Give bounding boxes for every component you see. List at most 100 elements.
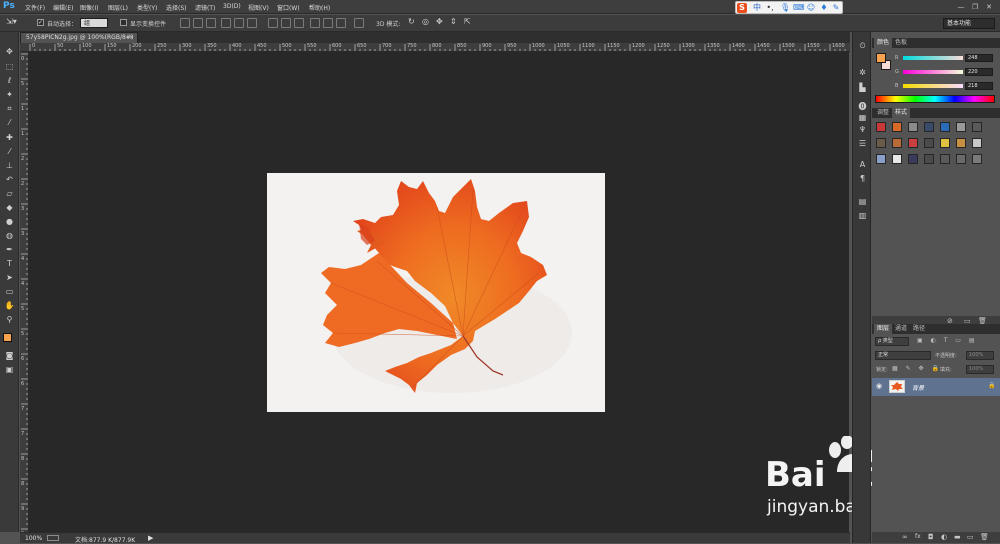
distribute-vcenter-icon[interactable] <box>281 18 291 28</box>
clone-stamp-tool-icon[interactable]: ⊥ <box>4 160 15 171</box>
show-transform-checkbox[interactable] <box>120 19 127 26</box>
align-left-icon[interactable] <box>221 18 231 28</box>
group-icon[interactable]: ▬ <box>954 533 961 541</box>
person-icon[interactable]: ☺ <box>806 3 816 13</box>
channel-r-value[interactable]: 248 <box>965 54 993 62</box>
type-tool-icon[interactable]: T <box>4 258 15 269</box>
style-swatch[interactable] <box>876 122 886 132</box>
wrench-icon[interactable]: ✎ <box>831 3 841 13</box>
menu-type[interactable]: 类型(Y) <box>137 3 157 12</box>
history-panel-icon[interactable]: ⏲ <box>857 40 868 51</box>
fx-icon[interactable]: fx <box>915 533 921 540</box>
style-swatch[interactable] <box>876 138 886 148</box>
lock-icons[interactable]: ▦ ✎ ✥ 🔒 <box>892 365 942 372</box>
menu-file[interactable]: 文件(F) <box>25 3 45 12</box>
screen-mode-icon[interactable]: ▣ <box>4 364 15 375</box>
3d-rotate-icon[interactable]: ↻ <box>408 17 415 26</box>
pen-tool-icon[interactable]: ✒ <box>4 244 15 255</box>
auto-select-target-dropdown[interactable]: 组 <box>80 18 108 28</box>
menu-edit[interactable]: 编辑(E) <box>53 3 73 12</box>
style-swatch[interactable] <box>924 138 934 148</box>
style-swatch[interactable] <box>940 122 950 132</box>
style-swatch[interactable] <box>892 138 902 148</box>
tab-styles[interactable]: 样式 <box>892 108 911 118</box>
style-swatch[interactable] <box>940 154 950 164</box>
restore-button[interactable]: ❐ <box>970 2 980 12</box>
style-swatch[interactable] <box>908 122 918 132</box>
menu-image[interactable]: 图像(I) <box>80 3 98 12</box>
menu-filter[interactable]: 滤镜(T) <box>195 3 215 12</box>
paint-bucket-tool-icon[interactable]: ◆ <box>4 202 15 213</box>
3d-scale-icon[interactable]: ⇱ <box>464 17 471 26</box>
document-image[interactable] <box>267 173 605 412</box>
opacity-field[interactable]: 100% <box>966 351 994 360</box>
status-menu-arrow[interactable]: ▶ <box>148 534 153 542</box>
menu-3d[interactable]: 3D(D) <box>223 3 241 12</box>
rectangle-tool-icon[interactable]: ▭ <box>4 286 15 297</box>
properties-icon[interactable]: ☰ <box>857 138 868 149</box>
smudge-tool-icon[interactable]: ◍ <box>4 230 15 241</box>
layer-filter-icons[interactable]: ▣ ◐ T ▭ ▤ <box>917 337 978 344</box>
brush-settings-icon[interactable]: ✲ <box>857 67 868 78</box>
distribute-top-icon[interactable] <box>268 18 278 28</box>
zoom-level[interactable]: 100% <box>25 535 42 542</box>
marquee-tool-icon[interactable]: ⬚ <box>4 61 15 72</box>
align-vcenter-icon[interactable] <box>193 18 203 28</box>
style-swatch[interactable] <box>956 122 966 132</box>
3d-pan-icon[interactable]: ✥ <box>436 17 443 26</box>
align-bottom-icon[interactable] <box>206 18 216 28</box>
swatches-dock-icon[interactable]: ▦ <box>857 112 868 123</box>
tab-adjustments[interactable]: 调整 <box>874 108 892 118</box>
brush-tool-icon[interactable]: ⁄ <box>4 146 15 157</box>
document-tab-close[interactable]: × <box>129 33 134 42</box>
status-preview-icon[interactable] <box>47 535 59 541</box>
foreground-color-swatch[interactable] <box>3 333 12 342</box>
eraser-tool-icon[interactable]: ▱ <box>4 188 15 199</box>
tab-swatches[interactable]: 色板 <box>892 38 910 48</box>
tab-layers[interactable]: 图层 <box>874 324 893 334</box>
layer-name[interactable]: 背景 <box>912 383 924 392</box>
style-swatch[interactable] <box>956 138 966 148</box>
mask-icon[interactable]: ◘ <box>928 533 934 541</box>
distribute-right-icon[interactable] <box>336 18 346 28</box>
adjustment-icon[interactable]: ◐ <box>941 533 947 541</box>
style-swatch[interactable] <box>940 138 950 148</box>
tab-paths[interactable]: 路径 <box>910 324 928 334</box>
distribute-left-icon[interactable] <box>310 18 320 28</box>
hand-tool-icon[interactable]: ✋ <box>4 300 15 311</box>
menu-select[interactable]: 选择(S) <box>166 3 187 12</box>
menu-view[interactable]: 视图(V) <box>248 3 269 12</box>
mic-icon[interactable]: 🎙 <box>780 3 790 13</box>
style-swatch[interactable] <box>908 154 918 164</box>
keyboard-icon[interactable]: ⌨ <box>793 3 805 13</box>
style-swatch[interactable] <box>972 138 982 148</box>
new-layer-icon[interactable]: ▭ <box>967 533 974 541</box>
layer-row-background[interactable]: ◉ 背景 🔒 <box>872 378 1000 396</box>
style-swatch[interactable] <box>892 154 902 164</box>
fill-field[interactable]: 100% <box>966 365 994 374</box>
sogou-logo-icon[interactable]: S <box>737 3 747 13</box>
align-hcenter-icon[interactable] <box>234 18 244 28</box>
info-panel-icon[interactable]: ⓿ <box>857 101 868 112</box>
style-swatch[interactable] <box>892 122 902 132</box>
brush-presets-icon[interactable]: ♆ <box>857 124 868 135</box>
style-swatch[interactable] <box>924 122 934 132</box>
menu-layer[interactable]: 图层(L) <box>108 3 128 12</box>
link-icon[interactable]: ∞ <box>902 533 908 541</box>
document-tab[interactable]: 57y58PICN2g.jpg @ 100%(RGB/8#) × <box>20 32 138 43</box>
channel-g-value[interactable]: 220 <box>965 68 993 76</box>
lasso-tool-icon[interactable]: ℓ <box>4 75 15 86</box>
style-swatch[interactable] <box>956 154 966 164</box>
quick-mask-icon[interactable]: ◙ <box>4 350 15 361</box>
trash-icon[interactable]: 🗑 <box>980 533 989 541</box>
auto-align-icon[interactable] <box>354 18 364 28</box>
history-brush-tool-icon[interactable]: ↶ <box>4 174 15 185</box>
visibility-eye-icon[interactable]: ◉ <box>876 382 882 390</box>
distribute-bottom-icon[interactable] <box>294 18 304 28</box>
paragraph-panel-icon[interactable]: ¶ <box>857 173 868 184</box>
channel-g-slider[interactable] <box>903 70 963 74</box>
align-top-icon[interactable] <box>180 18 190 28</box>
tab-channels[interactable]: 通道 <box>892 324 910 334</box>
actions-panel-icon[interactable]: ▤ <box>857 196 868 207</box>
notes-panel-icon[interactable]: ▥ <box>857 210 868 221</box>
